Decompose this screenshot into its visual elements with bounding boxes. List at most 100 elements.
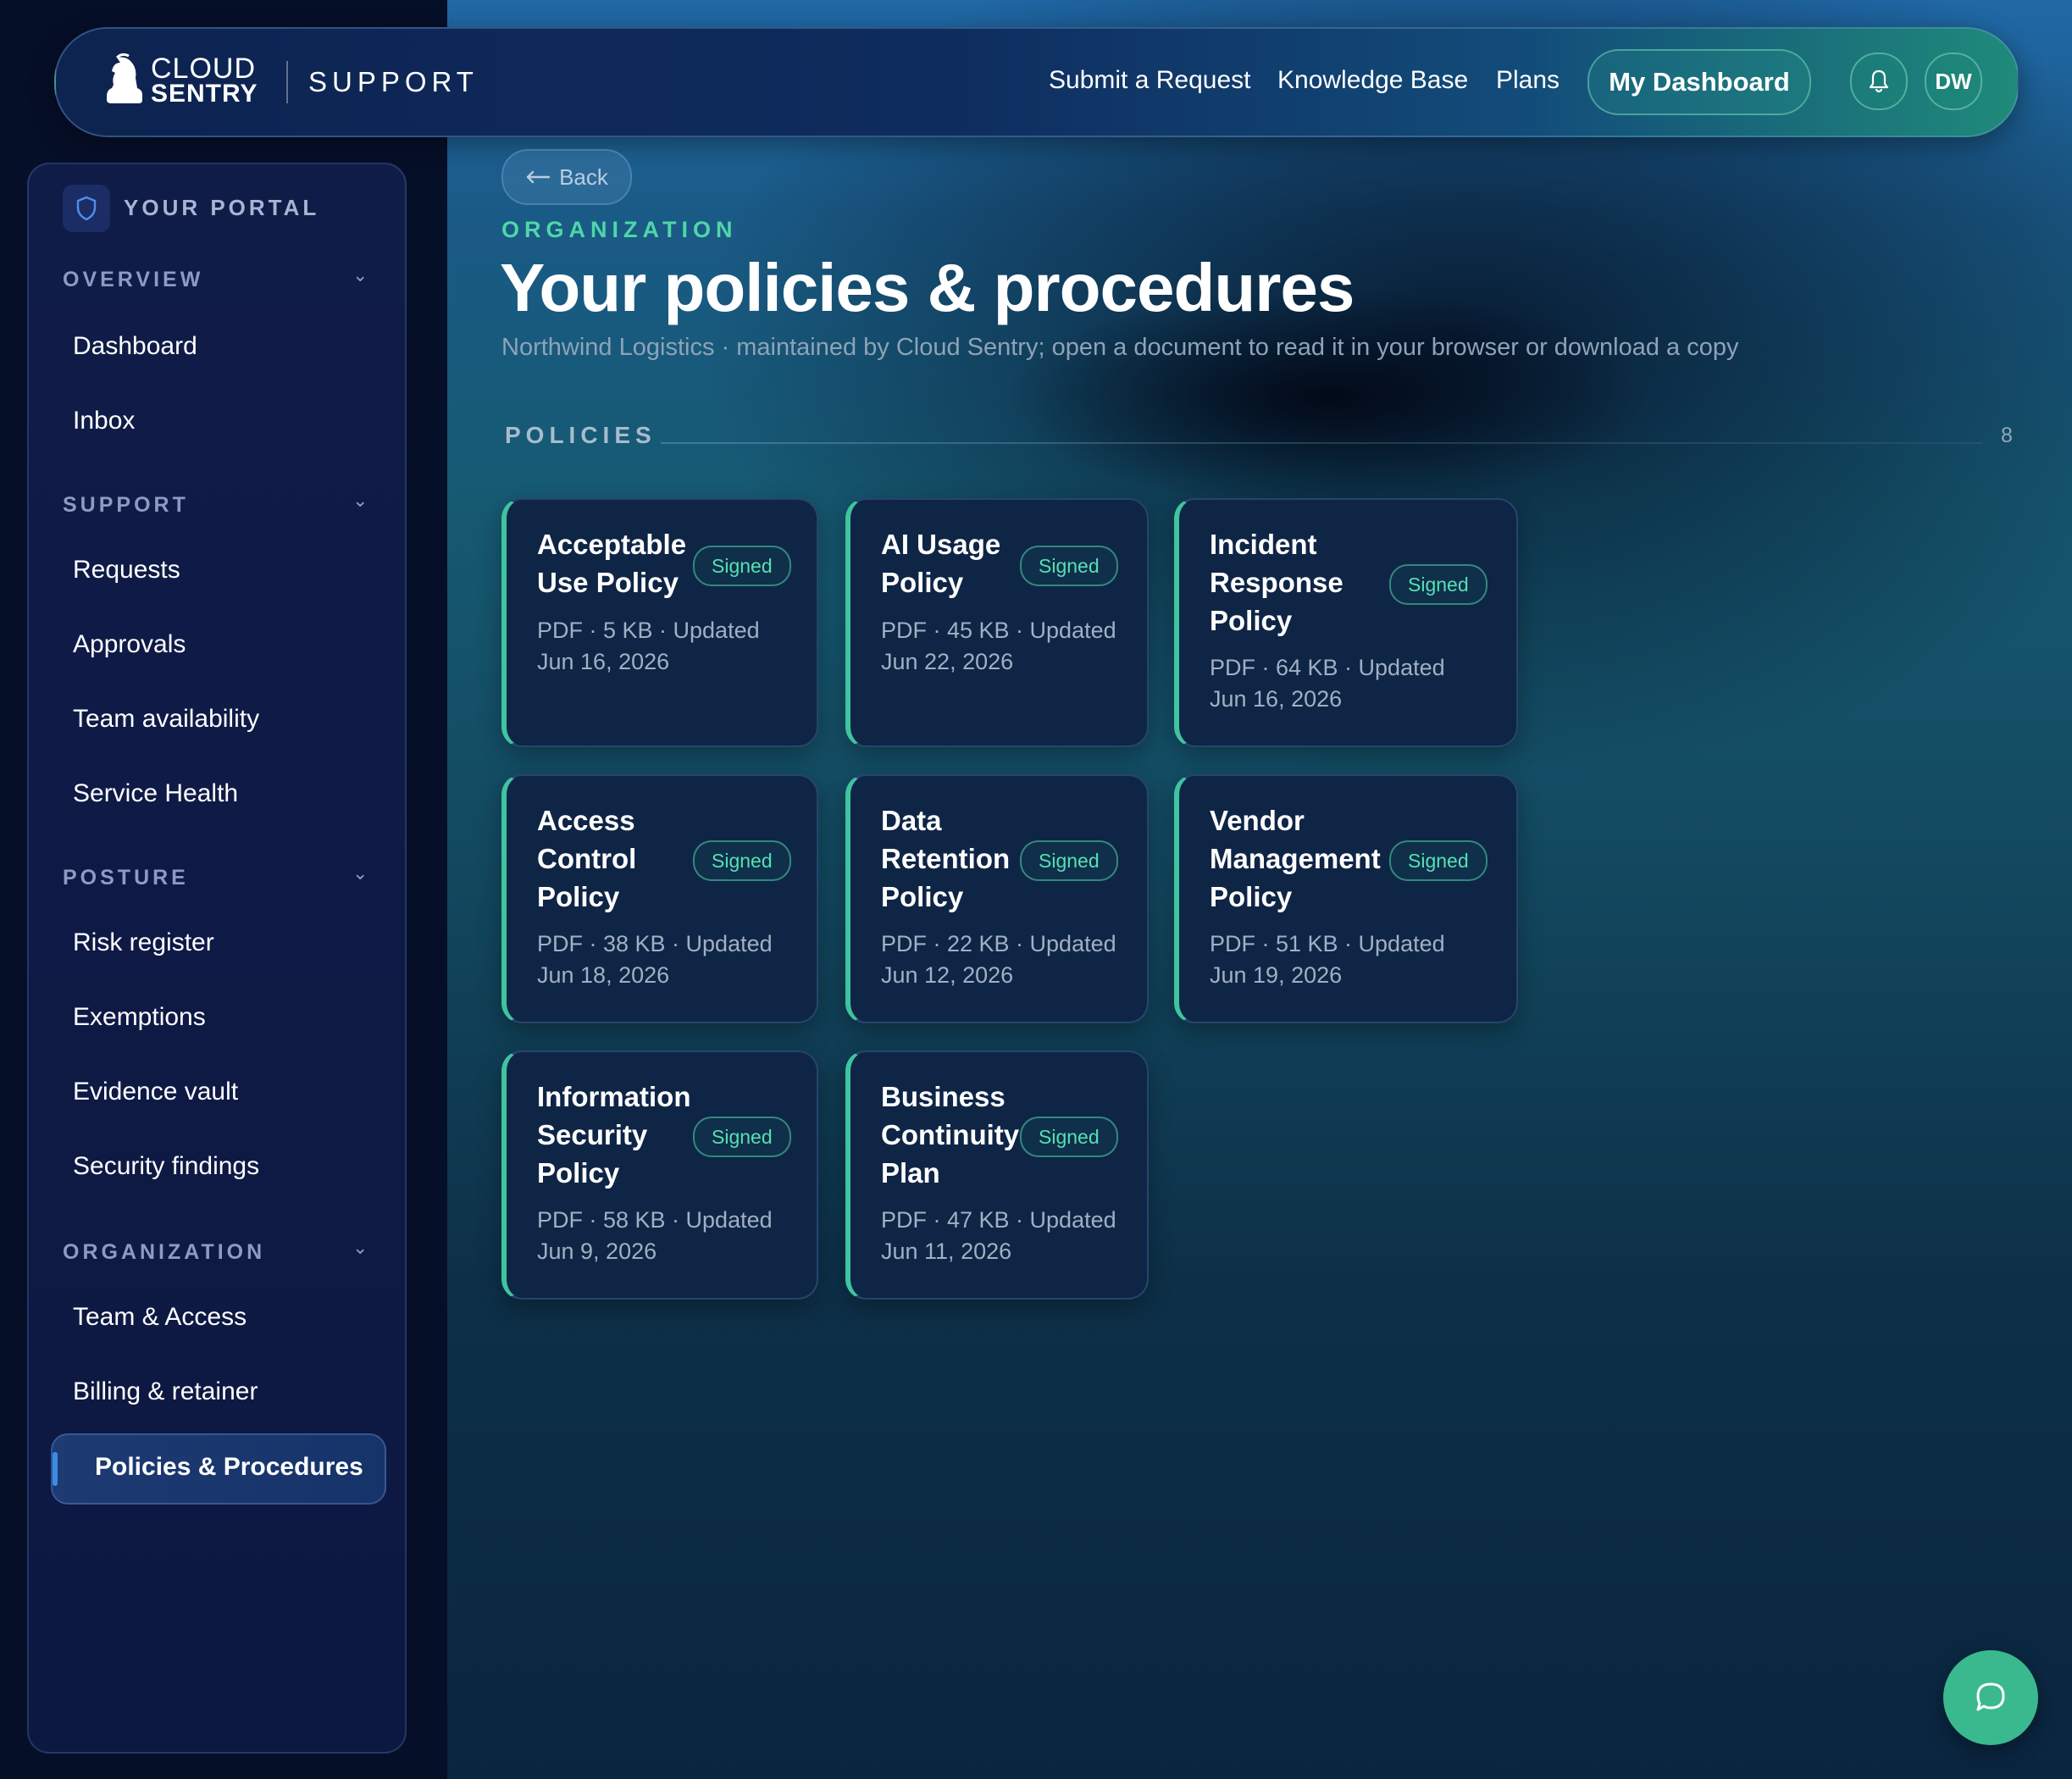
brand-logo[interactable]: CLOUD SENTRY <box>103 51 273 114</box>
status-badge: Signed <box>1020 840 1118 881</box>
sidebar-section-posture[interactable]: POSTURE <box>63 866 189 890</box>
policy-title-line: Security <box>537 1119 648 1150</box>
page-subtitle: Northwind Logistics · maintained by Clou… <box>501 334 1739 361</box>
policy-meta-line: PDF · 38 KB · Updated <box>537 931 773 956</box>
policy-title: Acceptable Use Policy <box>537 525 686 601</box>
policy-title: Information Security Policy <box>537 1078 690 1192</box>
sidebar-item-evidence-vault[interactable]: Evidence vault <box>73 1078 238 1106</box>
sidebar-item-team-access[interactable]: Team & Access <box>73 1303 247 1332</box>
policy-title-line: Policy <box>1210 881 1293 912</box>
policy-card-incident-response[interactable]: Incident Response Policy Signed PDF · 64… <box>1174 498 1518 747</box>
portal-label: YOUR PORTAL <box>124 195 320 220</box>
logo-line-cloud: CLOUD <box>151 53 257 85</box>
sidebar-section-organization[interactable]: ORGANIZATION <box>63 1240 265 1265</box>
sidebar-item-team-availability[interactable]: Team availability <box>73 705 259 734</box>
bell-icon <box>1869 69 1889 93</box>
page-eyebrow: ORGANIZATION <box>501 217 738 242</box>
section-divider <box>661 442 1982 444</box>
chevron-down-icon[interactable]: ⌄ <box>352 1237 368 1259</box>
sidebar-item-approvals[interactable]: Approvals <box>73 630 186 659</box>
sidebar-item-exemptions[interactable]: Exemptions <box>73 1003 206 1032</box>
policy-card-business-continuity[interactable]: Business Continuity Plan Signed PDF · 47… <box>845 1050 1149 1300</box>
top-header: CLOUD SENTRY SUPPORT Submit a Request Kn… <box>54 27 2019 137</box>
policy-title-line: Policy <box>537 881 620 912</box>
policy-title-line: Information <box>537 1081 691 1112</box>
active-indicator <box>53 1452 58 1486</box>
sidebar-section-support[interactable]: SUPPORT <box>63 493 189 518</box>
policy-title-line: Control <box>537 843 637 874</box>
policy-meta-line: PDF · 64 KB · Updated <box>1210 655 1445 680</box>
policy-meta: PDF · 5 KB · Updated Jun 16, 2026 <box>537 615 760 678</box>
nav-submit-request[interactable]: Submit a Request <box>1049 66 1250 95</box>
policy-meta: PDF · 64 KB · Updated Jun 16, 2026 <box>1210 652 1445 715</box>
status-badge: Signed <box>1389 840 1488 881</box>
status-badge: Signed <box>1389 564 1488 605</box>
policy-meta: PDF · 38 KB · Updated Jun 18, 2026 <box>537 928 773 991</box>
policy-meta-line: PDF · 47 KB · Updated <box>881 1207 1116 1233</box>
policy-title: Business Continuity Plan <box>881 1078 1019 1192</box>
policy-card-acceptable-use[interactable]: Acceptable Use Policy Signed PDF · 5 KB … <box>501 498 818 747</box>
policy-title-line: Plan <box>881 1157 940 1189</box>
policy-title-line: Incident <box>1210 529 1317 560</box>
policy-title-line: Policy <box>537 1157 620 1189</box>
sidebar-item-billing-retainer[interactable]: Billing & retainer <box>73 1377 258 1406</box>
policy-meta-line: PDF · 5 KB · Updated <box>537 618 760 643</box>
sidebar-item-security-findings[interactable]: Security findings <box>73 1152 259 1181</box>
shield-icon <box>76 196 97 221</box>
policy-title: Data Retention Policy <box>881 801 1010 916</box>
back-label: Back <box>559 163 608 190</box>
policy-meta-line: PDF · 51 KB · Updated <box>1210 931 1445 956</box>
policy-card-information-security[interactable]: Information Security Policy Signed PDF ·… <box>501 1050 818 1300</box>
policy-title: Access Control Policy <box>537 801 636 916</box>
policy-title: Incident Response Policy <box>1210 525 1343 640</box>
policy-meta-line: Jun 11, 2026 <box>881 1239 1012 1264</box>
policy-title-line: Use Policy <box>537 567 679 598</box>
sidebar-item-policies-procedures[interactable]: Policies & Procedures <box>51 1433 386 1505</box>
policy-card-data-retention[interactable]: Data Retention Policy Signed PDF · 22 KB… <box>845 774 1149 1023</box>
policy-title: Vendor Management Policy <box>1210 801 1381 916</box>
portal-icon-tile <box>63 185 110 232</box>
support-label: SUPPORT <box>308 66 479 97</box>
policy-meta-line: Jun 16, 2026 <box>1210 686 1343 712</box>
chat-bubble-icon <box>1976 1682 2005 1711</box>
chevron-down-icon[interactable]: ⌄ <box>352 264 368 286</box>
logo-divider <box>286 61 288 103</box>
status-badge: Signed <box>693 840 791 881</box>
policy-title-line: Retention <box>881 843 1011 874</box>
policy-title-line: Vendor <box>1210 805 1305 836</box>
notifications-button[interactable] <box>1850 53 1908 110</box>
policy-meta-line: Jun 22, 2026 <box>881 649 1014 674</box>
policy-meta-line: PDF · 58 KB · Updated <box>537 1207 773 1233</box>
policy-card-vendor-management[interactable]: Vendor Management Policy Signed PDF · 51… <box>1174 774 1518 1023</box>
sidebar-item-inbox[interactable]: Inbox <box>73 407 135 435</box>
chat-button[interactable] <box>1943 1650 2038 1745</box>
nav-knowledge-base[interactable]: Knowledge Base <box>1277 66 1468 95</box>
logo-wordmark: CLOUD SENTRY <box>151 53 258 107</box>
sidebar-item-label: Policies & Procedures <box>95 1453 363 1481</box>
chevron-down-icon[interactable]: ⌄ <box>352 490 368 512</box>
policies-section-title: POLICIES <box>505 422 657 448</box>
status-badge: Signed <box>1020 546 1118 586</box>
sidebar-item-dashboard[interactable]: Dashboard <box>73 332 197 361</box>
my-dashboard-button[interactable]: My Dashboard <box>1587 49 1811 115</box>
arrow-left-icon <box>526 170 551 184</box>
policy-card-ai-usage[interactable]: AI Usage Policy Signed PDF · 45 KB · Upd… <box>845 498 1149 747</box>
policy-card-access-control[interactable]: Access Control Policy Signed PDF · 38 KB… <box>501 774 818 1023</box>
policy-meta-line: Jun 19, 2026 <box>1210 962 1343 988</box>
policy-title-line: Management <box>1210 843 1381 874</box>
page-title: Your policies & procedures <box>500 250 1355 325</box>
sidebar-item-risk-register[interactable]: Risk register <box>73 928 214 957</box>
back-button[interactable]: Back <box>501 149 632 205</box>
sidebar-item-requests[interactable]: Requests <box>73 556 180 585</box>
chevron-down-icon[interactable]: ⌄ <box>352 862 368 884</box>
policy-title-line: Data <box>881 805 942 836</box>
policy-title-line: Policy <box>881 881 964 912</box>
policy-meta: PDF · 58 KB · Updated Jun 9, 2026 <box>537 1205 773 1267</box>
user-avatar[interactable]: DW <box>1925 53 1982 110</box>
nav-plans[interactable]: Plans <box>1496 66 1560 95</box>
policy-meta-line: Jun 9, 2026 <box>537 1239 657 1264</box>
policy-title-line: AI Usage <box>881 529 1001 560</box>
sidebar-item-service-health[interactable]: Service Health <box>73 779 238 808</box>
sidebar-section-overview[interactable]: OVERVIEW <box>63 268 203 292</box>
policy-meta-line: Jun 16, 2026 <box>537 649 670 674</box>
